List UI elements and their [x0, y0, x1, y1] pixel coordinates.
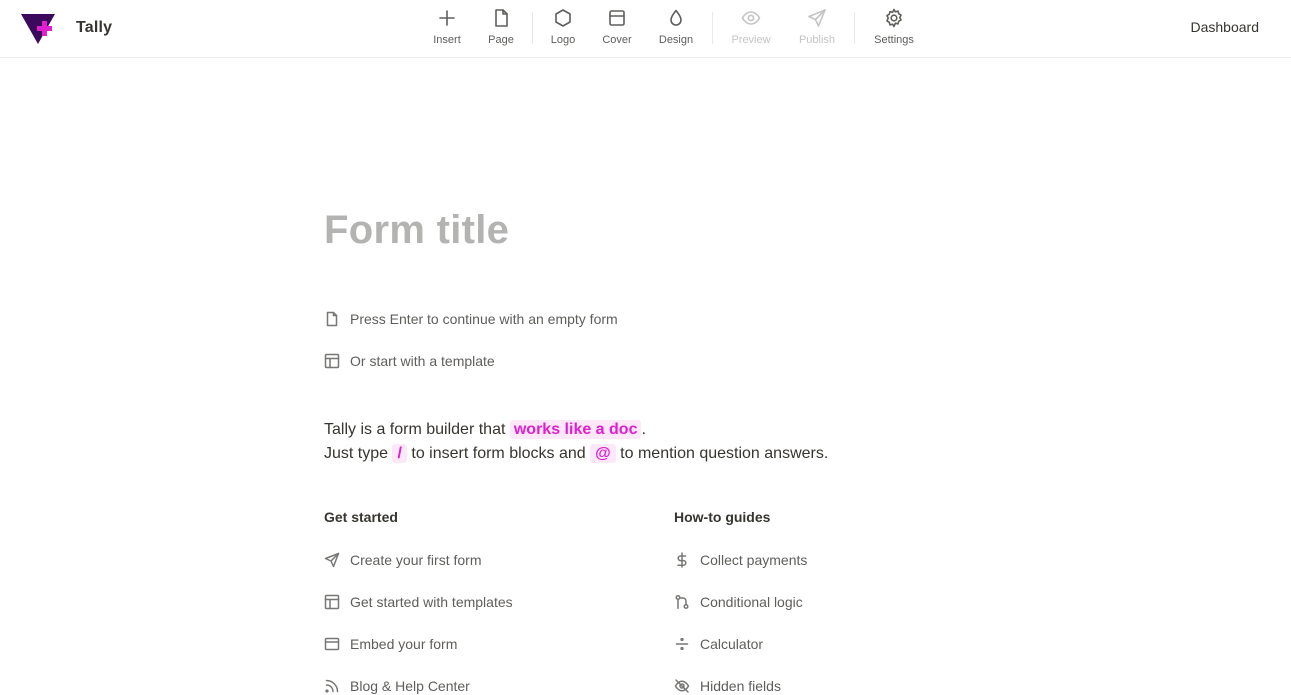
works-like-a-doc-highlight: works like a doc: [509, 420, 642, 439]
template-icon: [324, 594, 340, 610]
link-label: Blog & Help Center: [350, 678, 470, 694]
blog-help-center-link[interactable]: Blog & Help Center: [324, 665, 513, 695]
publish-label: Publish: [798, 34, 836, 46]
empty-form-hint[interactable]: Press Enter to continue with an empty fo…: [324, 311, 618, 327]
page-icon: [326, 311, 338, 327]
plus-icon: [439, 10, 455, 26]
get-started-title: Get started: [324, 509, 398, 525]
link-label: Conditional logic: [700, 594, 803, 610]
intro-text: Tally is a form builder that works like …: [324, 418, 828, 466]
link-label: Hidden fields: [700, 678, 781, 694]
intro-line-2: Just type / to insert form blocks and @ …: [324, 442, 828, 466]
send-icon: [324, 552, 340, 568]
brand[interactable]: Tally: [20, 11, 112, 45]
design-label: Design: [658, 34, 694, 46]
settings-button[interactable]: Settings: [870, 6, 918, 52]
logo-button[interactable]: Logo: [544, 6, 582, 52]
page-button[interactable]: Page: [482, 6, 520, 52]
dashboard-link[interactable]: Dashboard: [1191, 19, 1260, 35]
link-label: Embed your form: [350, 636, 458, 652]
at-shortcut: @: [590, 444, 616, 463]
top-bar: Tally Insert Page Logo Cover Design Prev…: [0, 0, 1291, 58]
logic-icon: [675, 594, 689, 610]
template-icon: [324, 353, 340, 369]
intro-text-segment: Tally is a form builder that: [324, 421, 510, 438]
template-hint-label: Or start with a template: [350, 353, 495, 369]
how-to-guides-title: How-to guides: [674, 509, 771, 525]
form-title-input[interactable]: Form title: [324, 208, 509, 253]
intro-text-segment: to insert form blocks and: [406, 445, 591, 462]
intro-text-segment: .: [641, 421, 646, 438]
cover-button[interactable]: Cover: [598, 6, 636, 52]
send-icon: [808, 9, 826, 27]
toolbar-divider: [532, 12, 533, 44]
how-to-guides-section: How-to guides Collect payments Condition…: [674, 509, 807, 695]
eye-icon: [741, 11, 761, 25]
hidden-fields-link[interactable]: Hidden fields: [674, 665, 807, 695]
cover-label: Cover: [602, 34, 632, 46]
hexagon-icon: [555, 9, 571, 27]
conditional-logic-link[interactable]: Conditional logic: [674, 581, 807, 623]
calculator-link[interactable]: Calculator: [674, 623, 807, 665]
logo-label: Logo: [550, 34, 576, 46]
toolbar-divider: [712, 12, 713, 44]
rss-icon: [325, 679, 339, 693]
page-icon: [495, 9, 508, 27]
intro-line-1: Tally is a form builder that works like …: [324, 418, 828, 442]
design-button[interactable]: Design: [654, 6, 698, 52]
divide-icon: [675, 637, 689, 651]
insert-button[interactable]: Insert: [428, 6, 466, 52]
toolbar-divider: [854, 12, 855, 44]
cover-icon: [609, 10, 625, 26]
link-label: Calculator: [700, 636, 764, 652]
get-started-section: Get started Create your first form Get s…: [324, 509, 513, 695]
droplet-icon: [670, 9, 682, 26]
preview-button[interactable]: Preview: [728, 6, 774, 52]
intro-text-segment: to mention question answers.: [615, 445, 829, 462]
intro-text-segment: Just type: [324, 445, 393, 462]
page-label: Page: [488, 34, 514, 46]
publish-button[interactable]: Publish: [795, 6, 839, 52]
insert-label: Insert: [433, 34, 461, 46]
preview-label: Preview: [731, 34, 771, 46]
link-label: Get started with templates: [350, 594, 513, 610]
template-hint[interactable]: Or start with a template: [324, 353, 495, 369]
templates-link[interactable]: Get started with templates: [324, 581, 513, 623]
gear-icon: [886, 8, 902, 28]
dollar-icon: [677, 552, 687, 568]
embed-form-link[interactable]: Embed your form: [324, 623, 513, 665]
empty-form-hint-label: Press Enter to continue with an empty fo…: [350, 311, 618, 327]
brand-name: Tally: [76, 19, 113, 36]
eye-off-icon: [674, 679, 690, 693]
settings-label: Settings: [874, 34, 914, 46]
embed-icon: [324, 637, 340, 651]
tally-logo-icon: [21, 14, 55, 44]
link-label: Collect payments: [700, 552, 808, 568]
link-label: Create your first form: [350, 552, 482, 568]
slash-shortcut: /: [392, 444, 407, 463]
collect-payments-link[interactable]: Collect payments: [674, 539, 807, 581]
create-first-form-link[interactable]: Create your first form: [324, 539, 513, 581]
